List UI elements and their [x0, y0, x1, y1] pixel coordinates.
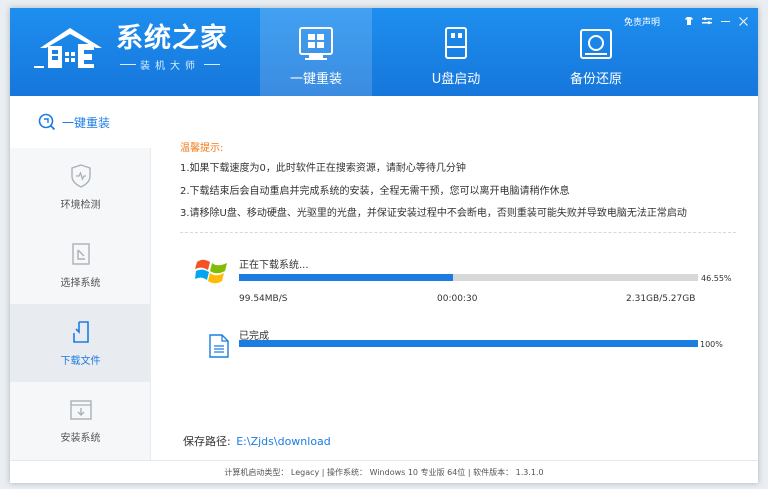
- save-path-label: 保存路径:: [183, 435, 231, 448]
- sidebar-step-label: 选择系统: [60, 277, 101, 289]
- sidebar-step-install-system[interactable]: 安装系统: [10, 382, 151, 460]
- sidebar-step-label: 环境检测: [60, 199, 101, 211]
- tips-title: 温馨提示:: [180, 143, 224, 154]
- download-progress-fill: [239, 274, 453, 281]
- sidebar-step-download-file[interactable]: 下载文件: [10, 304, 151, 382]
- save-path-link[interactable]: E:\Zjds\download: [236, 435, 331, 448]
- disclaimer-link[interactable]: 免责声明: [624, 15, 660, 28]
- shield-icon: [70, 163, 91, 188]
- sidebar-step-label: 下载文件: [60, 355, 101, 367]
- download-status-label: 正在下载系统...: [239, 260, 309, 271]
- app-subtitle-row: 装机大师: [116, 57, 228, 72]
- install-system-icon: [69, 399, 92, 420]
- header-bar: 系统之家 装机大师 一键重装 U盘启动 备份还原 免责声明: [10, 8, 758, 96]
- status-footer: 计算机启动类型： Legacy | 操作系统： Windows 10 专业版 6…: [10, 460, 758, 483]
- download-speed: 99.54MB/S: [239, 294, 288, 304]
- close-icon[interactable]: [736, 14, 750, 28]
- tip-line-2: 2.下载结束后会自动重启并完成系统的安装，全程无需干预，您可以离开电脑请稍作休息: [180, 186, 570, 197]
- elapsed-time: 00:00:30: [437, 294, 478, 304]
- download-percent: 46.55%: [701, 274, 732, 283]
- document-icon: [209, 334, 229, 358]
- divider: [180, 232, 736, 233]
- settings-icon[interactable]: [700, 14, 714, 28]
- step-sidebar: 一键重装 环境检测 选择系统 下载文件 安装系统: [10, 96, 151, 460]
- download-progress-bar: [239, 274, 698, 281]
- sidebar-header-label: 一键重装: [62, 115, 111, 130]
- sidebar-step-label: 安装系统: [60, 432, 101, 444]
- nav-label: U盘启动: [431, 72, 481, 87]
- reinstall-icon: [299, 27, 333, 60]
- sidebar-step-env-check[interactable]: 环境检测: [10, 148, 151, 226]
- windows-logo-icon: [195, 259, 227, 284]
- completed-progress-fill: [239, 340, 698, 347]
- app-subtitle: 装机大师: [140, 60, 200, 72]
- download-file-icon: [72, 320, 89, 343]
- minimize-icon[interactable]: [718, 14, 732, 28]
- tip-line-3: 3.请移除U盘、移动硬盘、光驱里的光盘，并保证安装过程中不会断电，否则重装可能失…: [180, 208, 687, 219]
- installer-window: 系统之家 装机大师 一键重装 U盘启动 备份还原 免责声明 一键重装 环境检测 …: [10, 8, 758, 483]
- sidebar-header[interactable]: 一键重装: [10, 96, 151, 148]
- nav-label: 备份还原: [569, 72, 622, 87]
- save-path-row: 保存路径: E:\Zjds\download: [183, 433, 331, 449]
- completed-percent: 100%: [700, 340, 723, 349]
- house-logo-icon: [34, 28, 102, 68]
- main-nav: 一键重装 U盘启动 备份还原: [260, 8, 680, 96]
- select-system-icon: [71, 242, 90, 265]
- reinstall-search-icon: [38, 113, 56, 131]
- tip-line-1: 1.如果下载速度为0，此时软件正在搜索资源，请耐心等待几分钟: [180, 163, 466, 174]
- nav-label: 一键重装: [289, 72, 342, 87]
- nav-tab-reinstall[interactable]: 一键重装: [260, 8, 372, 96]
- download-size: 2.31GB/5.27GB: [626, 294, 696, 304]
- skin-icon[interactable]: [682, 14, 696, 28]
- window-controls: 免责声明: [624, 14, 750, 28]
- app-title: 系统之家: [116, 22, 228, 54]
- main-panel: 温馨提示: 1.如果下载速度为0，此时软件正在搜索资源，请耐心等待几分钟 2.下…: [151, 96, 758, 460]
- nav-tab-usb-boot[interactable]: U盘启动: [400, 8, 512, 96]
- sidebar-step-select-system[interactable]: 选择系统: [10, 226, 151, 304]
- completed-progress-bar: [239, 340, 698, 347]
- backup-icon: [580, 29, 612, 59]
- usb-icon: [445, 27, 467, 59]
- app-logo: 系统之家 装机大师: [32, 22, 228, 72]
